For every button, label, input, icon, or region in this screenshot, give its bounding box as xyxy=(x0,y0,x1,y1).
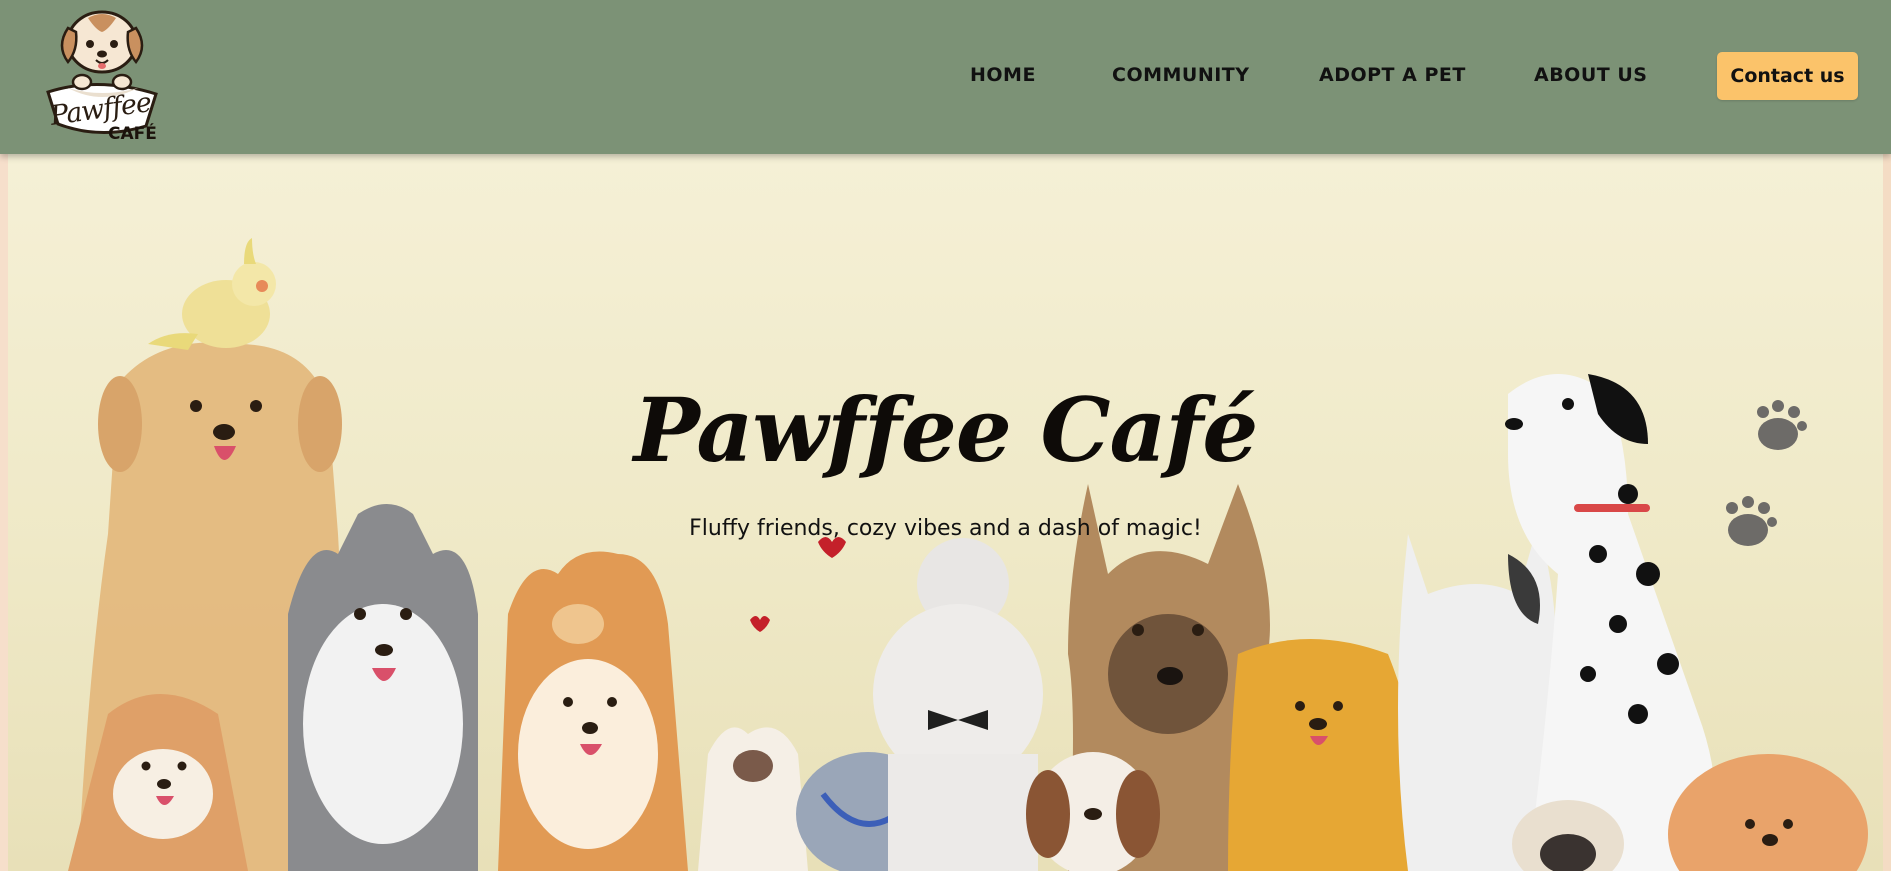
golden-puppy-illustration xyxy=(1228,639,1428,871)
cockatiel-illustration xyxy=(148,238,276,350)
logo[interactable]: Pawffee CAFÉ xyxy=(38,6,163,148)
hero-subtitle: Fluffy friends, cozy vibes and a dash of… xyxy=(689,516,1202,541)
nav-home[interactable]: HOME xyxy=(970,64,1036,86)
right-border xyxy=(1883,154,1891,871)
nav-about-us[interactable]: ABOUT US xyxy=(1534,64,1647,86)
heart-icon xyxy=(750,616,770,632)
hero-title: Pawffee Café xyxy=(633,378,1259,482)
shiba-inu-illustration xyxy=(498,551,688,871)
poodle-illustration xyxy=(873,538,1043,871)
siamese-cat-illustration xyxy=(698,727,808,871)
contact-us-button[interactable]: Contact us xyxy=(1717,52,1858,100)
left-border xyxy=(0,154,8,871)
nav-community[interactable]: COMMUNITY xyxy=(1112,64,1250,86)
husky-illustration xyxy=(288,504,478,871)
nav-adopt-a-pet[interactable]: ADOPT A PET xyxy=(1319,64,1466,86)
navbar: Pawffee CAFÉ HOME COMMUNITY ADOPT A PET … xyxy=(0,0,1891,154)
pets-illustration xyxy=(68,238,1868,871)
logo-subtext: CAFÉ xyxy=(108,124,157,144)
hero-section xyxy=(8,154,1883,871)
